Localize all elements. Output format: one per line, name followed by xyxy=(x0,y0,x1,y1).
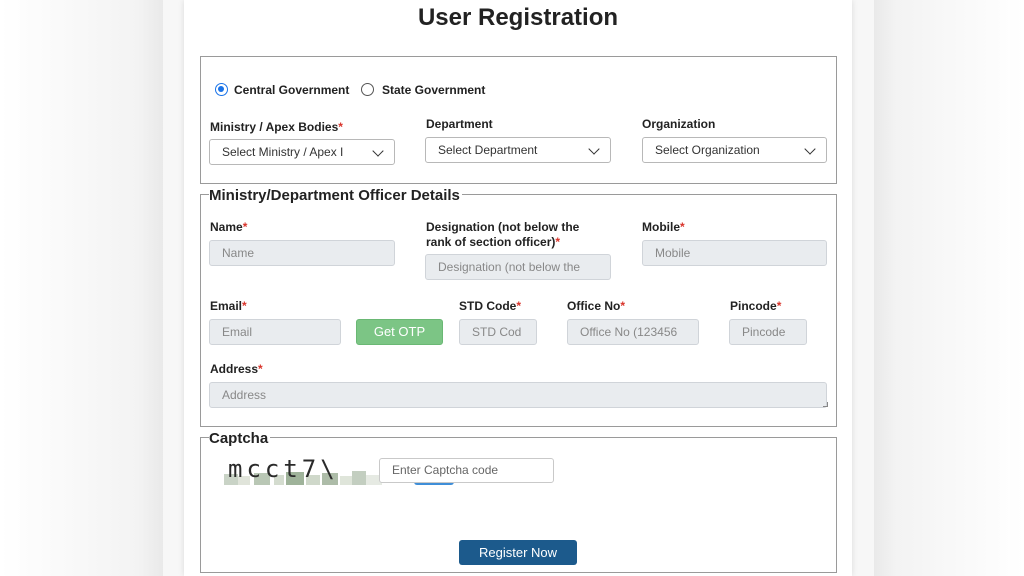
address-textarea[interactable]: Address xyxy=(209,382,827,408)
organization-label: Organization xyxy=(642,117,716,131)
designation-input[interactable]: Designation (not below the xyxy=(425,254,611,280)
organization-select[interactable]: Select Organization xyxy=(642,137,827,163)
chevron-down-icon xyxy=(804,143,816,155)
office-no-label: Office No* xyxy=(567,299,626,313)
right-backdrop xyxy=(874,0,1024,576)
captcha-text: mcct7\ xyxy=(228,455,339,483)
state-government-radio[interactable] xyxy=(361,83,374,96)
designation-label: Designation (not below the rank of sectio… xyxy=(426,220,580,249)
name-input[interactable]: Name xyxy=(209,240,395,266)
department-select[interactable]: Select Department xyxy=(425,137,611,163)
department-label: Department xyxy=(426,117,493,131)
email-label: Email* xyxy=(210,299,247,313)
captcha-legend: Captcha xyxy=(209,430,271,447)
pincode-label: Pincode* xyxy=(730,299,782,313)
mobile-label: Mobile* xyxy=(642,220,685,234)
mobile-input[interactable]: Mobile xyxy=(642,240,827,266)
central-government-label: Central Government xyxy=(234,83,350,97)
name-label: Name* xyxy=(210,220,248,234)
office-no-input[interactable]: Office No (123456 xyxy=(567,319,699,345)
left-backdrop xyxy=(0,0,163,576)
register-now-button[interactable]: Register Now xyxy=(459,540,577,565)
chevron-down-icon xyxy=(372,145,384,157)
officer-details-legend: Ministry/Department Officer Details xyxy=(209,187,462,204)
std-code-label: STD Code* xyxy=(459,299,522,313)
resize-handle-icon[interactable] xyxy=(823,402,828,407)
pincode-input[interactable]: Pincode xyxy=(729,319,807,345)
ministry-select[interactable]: Select Ministry / Apex I xyxy=(209,139,395,165)
ministry-label: Ministry / Apex Bodies* xyxy=(210,120,343,134)
central-government-radio[interactable] xyxy=(215,83,228,96)
email-input[interactable]: Email xyxy=(209,319,341,345)
address-label: Address* xyxy=(210,362,263,376)
get-otp-button[interactable]: Get OTP xyxy=(356,319,443,345)
page-title: User Registration xyxy=(417,4,619,31)
state-government-label: State Government xyxy=(382,83,486,97)
chevron-down-icon xyxy=(588,143,600,155)
captcha-image: mcct7\ xyxy=(224,455,382,485)
std-code-input[interactable]: STD Cod xyxy=(459,319,537,345)
captcha-input[interactable]: Enter Captcha code xyxy=(379,458,554,483)
